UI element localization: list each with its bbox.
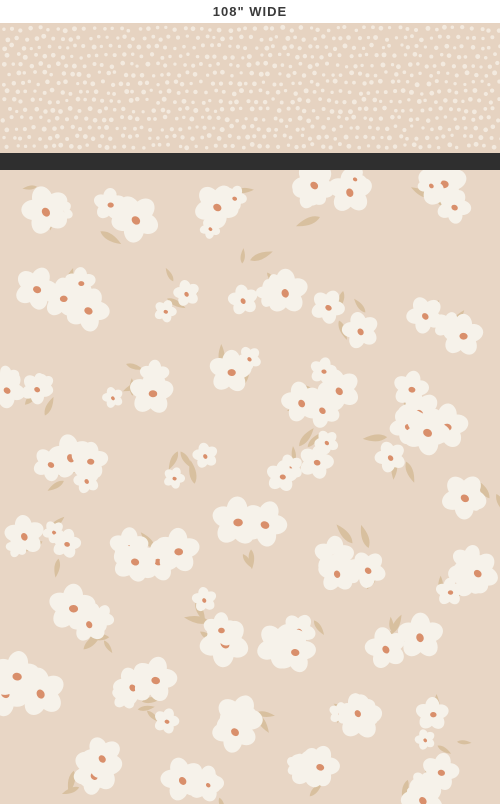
width-label: 108" WIDE (212, 4, 288, 19)
ditsy-floral-strip (0, 23, 500, 153)
leaf-icon (360, 524, 370, 548)
flower-icon (414, 729, 435, 750)
leaf-icon (218, 797, 225, 804)
leaf-icon (54, 558, 61, 578)
leaf-icon (496, 494, 500, 514)
flower-icon (130, 370, 174, 413)
leaf-icon (456, 740, 472, 745)
leaf-icon (100, 231, 122, 245)
flower-icon (154, 708, 180, 734)
leaf-icon (250, 251, 273, 261)
flower-icon (102, 387, 123, 408)
leaf-icon (295, 216, 320, 227)
leaf-icon (104, 640, 113, 654)
leaf-icon (165, 267, 174, 282)
leaf-icon (405, 461, 415, 483)
leaf-icon (44, 396, 54, 416)
flower-icon (164, 467, 186, 489)
large-floral-icon (0, 170, 500, 804)
ditsy-floral-icon (0, 24, 500, 151)
flower-icon (415, 697, 449, 729)
floral-print-swatch (0, 170, 500, 804)
leaf-icon (47, 480, 64, 491)
width-header: 108" WIDE (0, 0, 500, 23)
flower-icon (227, 284, 258, 315)
leaf-icon (362, 434, 388, 442)
leaf-icon (248, 549, 255, 570)
leaf-icon (299, 428, 314, 447)
divider-bar (0, 153, 500, 170)
flower-icon (191, 586, 217, 612)
leaf-icon (137, 705, 155, 711)
leaf-icon (240, 248, 245, 264)
leaf-icon (354, 298, 366, 313)
